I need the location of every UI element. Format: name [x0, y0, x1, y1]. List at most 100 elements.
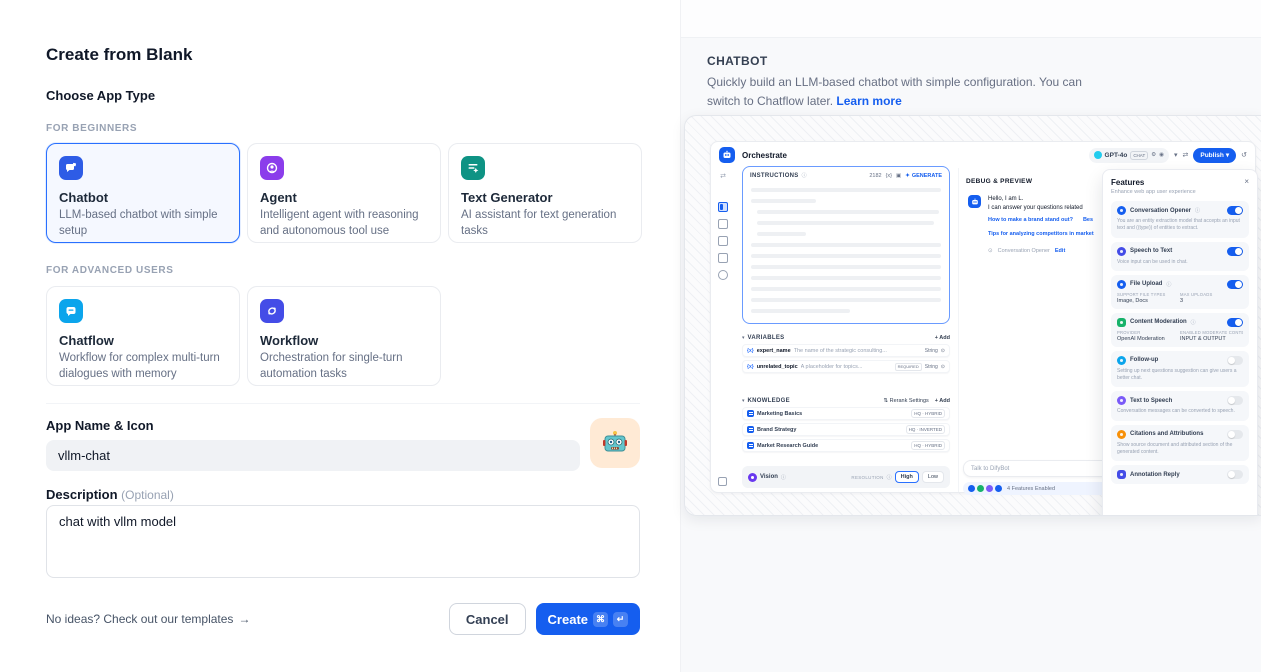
- column-divider: [958, 168, 959, 492]
- chatbot-icon: [59, 156, 83, 180]
- follow-up-icon: [1117, 356, 1126, 365]
- image-tab-icon: [718, 219, 728, 229]
- for-beginners-label: FOR BEGINNERS: [46, 123, 137, 134]
- app-name-label: App Name & Icon: [46, 418, 154, 433]
- preview-title: Orchestrate: [742, 151, 787, 160]
- resolution-low-button: Low: [922, 471, 944, 483]
- cancel-button[interactable]: Cancel: [449, 603, 526, 635]
- feature-card-text-to-speech: Text to Speech Conversation messages can…: [1111, 391, 1249, 420]
- chatbot-preview-image: Orchestrate GPT-4o CHAT ⚙ ◉ ▾ ⇄ Publish: [684, 115, 1261, 516]
- card-title: Chatbot: [59, 190, 227, 205]
- edit-opener-button: Edit: [1055, 248, 1065, 254]
- info-icon: ⓘ: [1166, 281, 1171, 288]
- dataset-icon: [747, 442, 754, 449]
- instructions-panel: INSTRUCTIONS ⓘ 2182 {x} ▣ ✦ GENERATE: [742, 166, 950, 324]
- instructions-title: INSTRUCTIONS: [750, 173, 799, 179]
- variables-section: ▾ VARIABLES + Add {x} expert_name The na…: [742, 335, 950, 373]
- choose-app-type-label: Choose App Type: [46, 88, 155, 103]
- toggle: [1227, 470, 1243, 479]
- feature-card-conversation-opener: Conversation Opener ⓘ You are an entity …: [1111, 201, 1249, 238]
- knowledge-section: ▾ KNOWLEDGE ⇅ Rerank Settings + Add Mark…: [742, 398, 950, 452]
- variable-icon: {x}: [886, 173, 892, 179]
- swap-icon: ⇄: [720, 172, 726, 180]
- features-enabled-bar: 4 Features Enabled: [963, 482, 1123, 495]
- feature-dot-icon: [968, 485, 975, 492]
- orchestrate-tab-icon: [718, 202, 728, 212]
- chatflow-icon: [59, 299, 83, 323]
- add-knowledge-button: + Add: [935, 398, 950, 404]
- suggested-question: Tips for analyzing competitors in market: [988, 231, 1118, 237]
- suggested-question: How to make a brand stand out? Bes: [988, 217, 1118, 223]
- resolution-high-button: High: [895, 471, 919, 483]
- notes-tab-icon: [718, 253, 728, 263]
- app-type-card-chatbot[interactable]: Chatbot LLM-based chatbot with simple se…: [46, 143, 240, 243]
- arrow-right-icon: →: [238, 612, 250, 626]
- file-upload-icon: [1117, 280, 1126, 289]
- info-icon: ⓘ: [781, 474, 786, 481]
- app-type-card-chatflow[interactable]: Chatflow Workflow for complex multi-turn…: [46, 286, 240, 386]
- learn-more-link[interactable]: Learn more: [836, 94, 901, 108]
- history-icon: ↺: [1241, 151, 1247, 159]
- feature-dot-icon: [986, 485, 993, 492]
- publish-button: Publish ▾: [1193, 148, 1236, 163]
- temperature-icon: ⚙: [1151, 152, 1156, 158]
- settings-icon: ◉: [1159, 152, 1164, 158]
- bot-avatar: [968, 195, 981, 208]
- card-description: LLM-based chatbot with simple setup: [59, 208, 227, 239]
- app-type-card-agent[interactable]: Agent Intelligent agent with reasoning a…: [247, 143, 441, 243]
- robot-emoji-icon: [600, 428, 630, 458]
- info-icon: ⓘ: [802, 172, 807, 179]
- app-type-info-panel: CHATBOT Quickly build an LLM-based chatb…: [680, 0, 1261, 672]
- app-name-input[interactable]: [46, 440, 580, 471]
- required-badge: REQUIRED: [895, 363, 922, 371]
- app-type-card-text-generator[interactable]: Text Generator AI assistant for text gen…: [448, 143, 642, 243]
- citations-icon: [1117, 430, 1126, 439]
- info-icon: ⓘ: [1195, 207, 1200, 214]
- templates-link[interactable]: No ideas? Check out our templates →: [46, 612, 250, 626]
- card-description: AI assistant for text generation tasks: [461, 208, 629, 239]
- chevron-down-icon: ▾: [1226, 151, 1229, 159]
- generate-button: ✦ GENERATE: [905, 173, 942, 179]
- annotation-reply-icon: [1117, 470, 1126, 479]
- dataset-icon: [747, 410, 754, 417]
- app-type-card-workflow[interactable]: Workflow Orchestration for single-turn a…: [247, 286, 441, 386]
- for-advanced-users-label: FOR ADVANCED USERS: [46, 265, 173, 276]
- toggle: [1227, 247, 1243, 256]
- feature-card-file-upload: File Upload ⓘ SUPPORT FILE TYPES Image, …: [1111, 275, 1249, 309]
- card-title: Chatflow: [59, 333, 227, 348]
- section-divider: [46, 403, 640, 404]
- variable-settings-icon: ⊙: [941, 348, 945, 354]
- content-moderation-icon: [1117, 318, 1126, 327]
- description-textarea[interactable]: chat with vllm model: [46, 505, 640, 578]
- caret-down-icon: ▾: [742, 335, 745, 341]
- chatbot-heading: CHATBOT: [707, 54, 768, 68]
- close-icon: ×: [1244, 178, 1249, 186]
- sparkle-icon: ✦: [905, 173, 910, 179]
- knowledge-row: Brand Strategy HQ · INVERTED: [742, 423, 950, 436]
- info-icon: ⓘ: [887, 474, 892, 481]
- feature-card-follow-up: Follow-up Setting up next questions sugg…: [1111, 351, 1249, 388]
- logs-tab-icon: [718, 236, 728, 246]
- instructions-placeholder-text: [743, 182, 949, 319]
- feature-card-content-moderation: Content Moderation ⓘ PROVIDER OpenAI Mod…: [1111, 313, 1249, 347]
- feature-card-speech-to-text: Speech to Text Voice input can be used i…: [1111, 242, 1249, 271]
- opener-icon: ⊙: [988, 248, 993, 254]
- page-title: Create from Blank: [46, 45, 192, 65]
- knowledge-row: Marketing Basics HQ · HYBRID: [742, 407, 950, 420]
- create-app-dialog: Create from Blank Choose App Type FOR BE…: [0, 0, 1261, 672]
- create-form-panel: Create from Blank Choose App Type FOR BE…: [0, 0, 680, 672]
- create-button[interactable]: Create ⌘ ↵: [536, 603, 640, 635]
- chat-input: Talk to DifyBot: [963, 460, 1123, 477]
- card-description: Intelligent agent with reasoning and aut…: [260, 208, 428, 239]
- add-variable-button: + Add: [935, 335, 950, 341]
- card-title: Agent: [260, 190, 428, 205]
- enter-key-icon: ↵: [613, 612, 628, 627]
- toggle: [1227, 396, 1243, 405]
- text-to-speech-icon: [1117, 396, 1126, 405]
- feature-card-annotation-reply: Annotation Reply: [1111, 465, 1249, 484]
- toggle: [1227, 430, 1243, 439]
- description-label: Description (Optional): [46, 487, 174, 502]
- toggle: [1227, 280, 1243, 289]
- conversation-opener-icon: [1117, 206, 1126, 215]
- app-icon-picker[interactable]: [590, 418, 640, 468]
